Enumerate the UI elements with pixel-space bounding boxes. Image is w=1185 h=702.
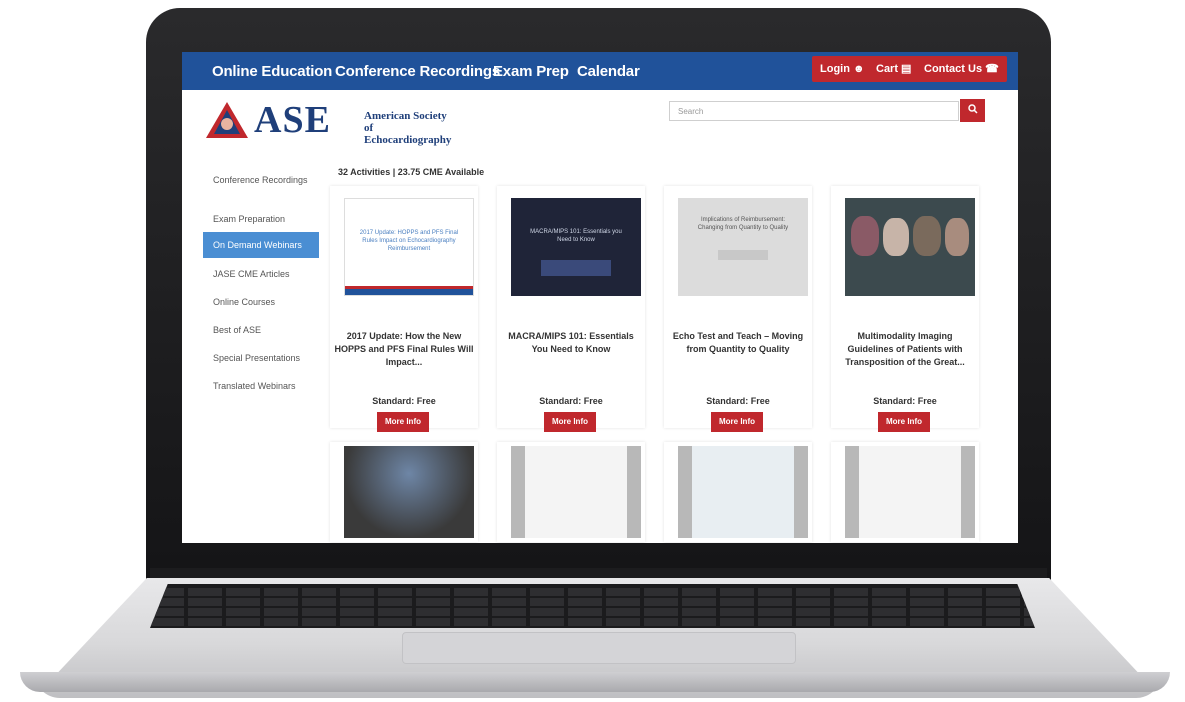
card-price: Standard: Free: [539, 396, 603, 406]
card-thumbnail[interactable]: 2017 Update: HOPPS and PFS Final Rules I…: [344, 198, 474, 296]
contact-us-button[interactable]: Contact Us ☎: [916, 56, 1007, 82]
sidebar-item-translated-webinars[interactable]: Translated Webinars: [203, 370, 319, 398]
logo-name: American Society of Echocardiography: [364, 110, 454, 146]
nav-online-education[interactable]: Online Education: [212, 63, 332, 80]
activity-count: 32 Activities | 23.75 CME Available: [338, 167, 485, 177]
card-title[interactable]: Multimodality Imaging Guidelines of Pati…: [835, 330, 975, 369]
sidebar-item-conference-recordings[interactable]: Conference Recordings: [203, 168, 319, 204]
ase-logo[interactable]: ASE American Society of Echocardiography: [204, 99, 454, 146]
key-row: [150, 618, 1035, 626]
key-row: [150, 588, 1035, 596]
card-thumbnail[interactable]: [678, 446, 808, 538]
more-info-button[interactable]: More Info: [544, 412, 596, 432]
card-title[interactable]: 2017 Update: How the New HOPPS and PFS F…: [334, 330, 474, 369]
cart-button[interactable]: Cart ▤: [868, 56, 920, 82]
laptop-trackpad: [402, 632, 796, 664]
activity-card: [330, 442, 478, 542]
category-sidebar: Conference Recordings Exam Preparation O…: [203, 168, 319, 398]
activity-card: MACRA/MIPS 101: Essentials you Need to K…: [497, 186, 645, 432]
laptop-base-edge: [20, 672, 1170, 692]
login-button[interactable]: Login ☻: [812, 56, 873, 82]
activity-card: [831, 442, 979, 542]
card-thumbnail[interactable]: [845, 198, 975, 296]
sidebar-item-on-demand-webinars[interactable]: On Demand Webinars: [203, 232, 319, 258]
activity-card: [497, 442, 645, 542]
logo-acronym: ASE: [254, 99, 331, 141]
card-thumbnail[interactable]: MACRA/MIPS 101: Essentials you Need to K…: [511, 198, 641, 296]
card-price: Standard: Free: [873, 396, 937, 406]
laptop-keyboard: [150, 584, 1035, 628]
card-thumbnail[interactable]: [845, 446, 975, 538]
card-price: Standard: Free: [706, 396, 770, 406]
more-info-button[interactable]: More Info: [878, 412, 930, 432]
search-icon: [967, 104, 978, 114]
thumb-author-block: [718, 250, 768, 260]
search-input[interactable]: Search: [669, 101, 959, 121]
card-price: Standard: Free: [372, 396, 436, 406]
nav-conference-recordings[interactable]: Conference Recordings: [335, 63, 500, 80]
thumb-title: 2017 Update: HOPPS and PFS Final Rules I…: [359, 230, 459, 252]
key-row: [150, 608, 1035, 616]
nav-exam-prep[interactable]: Exam Prep: [493, 63, 569, 80]
sidebar-item-special-presentations[interactable]: Special Presentations: [203, 342, 319, 370]
more-info-button[interactable]: More Info: [711, 412, 763, 432]
thumb-title: MACRA/MIPS 101: Essentials you Need to K…: [530, 229, 622, 243]
activity-card: Multimodality Imaging Guidelines of Pati…: [831, 186, 979, 432]
key-row: [150, 598, 1035, 606]
card-title[interactable]: MACRA/MIPS 101: Essentials You Need to K…: [501, 330, 641, 356]
thumb-stripe: [345, 286, 473, 289]
heart-image: [851, 216, 879, 256]
heart-image: [945, 218, 969, 256]
nav-calendar[interactable]: Calendar: [577, 63, 640, 80]
sidebar-item-jase-cme-articles[interactable]: JASE CME Articles: [203, 258, 319, 286]
logo-name-line1: American Society of: [364, 110, 447, 134]
activity-card: Implications of Reimbursement: Changing …: [664, 186, 812, 432]
sidebar-item-online-courses[interactable]: Online Courses: [203, 286, 319, 314]
heart-image: [883, 218, 909, 256]
heart-image: [913, 216, 941, 256]
card-thumbnail[interactable]: [511, 446, 641, 538]
heart-logo-icon: [206, 102, 248, 138]
laptop-screen: Online Education Conference Recordings E…: [182, 52, 1018, 543]
thumb-stripe: [345, 289, 473, 295]
sidebar-item-best-of-ase[interactable]: Best of ASE: [203, 314, 319, 342]
thumb-author-block: [541, 260, 611, 276]
card-title[interactable]: Echo Test and Teach – Moving from Quanti…: [668, 330, 808, 356]
top-navigation-bar: Online Education Conference Recordings E…: [182, 52, 1018, 90]
card-thumbnail[interactable]: [344, 446, 474, 538]
thumb-title: Implications of Reimbursement: Changing …: [697, 217, 789, 231]
activity-card: 2017 Update: HOPPS and PFS Final Rules I…: [330, 186, 478, 432]
logo-name-line2: Echocardiography: [364, 134, 452, 146]
activity-card: [664, 442, 812, 542]
search-button[interactable]: [960, 99, 985, 122]
card-thumbnail[interactable]: Implications of Reimbursement: Changing …: [678, 198, 808, 296]
more-info-button[interactable]: More Info: [377, 412, 429, 432]
sidebar-item-exam-preparation[interactable]: Exam Preparation: [203, 204, 319, 232]
